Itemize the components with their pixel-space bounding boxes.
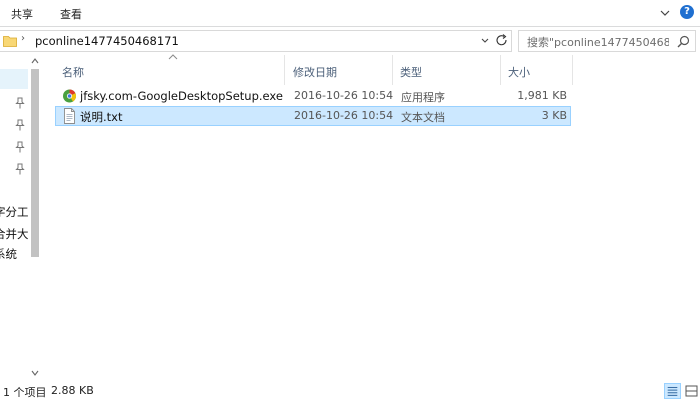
tab-view[interactable]: 查看: [60, 6, 82, 22]
pin-icon: [15, 163, 25, 175]
nav-scrollbar[interactable]: [28, 55, 42, 381]
file-size: 1,981 KB: [517, 89, 567, 102]
details-view-icon[interactable]: [664, 383, 681, 399]
folder-icon: [3, 36, 17, 47]
navigation-pane: 字分工 合并大 系统: [0, 55, 42, 381]
search-placeholder: 搜索"pconline14774504681...: [527, 36, 669, 49]
breadcrumb-current-folder[interactable]: pconline1477450468171: [35, 34, 179, 48]
nav-selected-item[interactable]: [0, 69, 30, 89]
nav-item-label[interactable]: 系统: [0, 246, 17, 262]
column-header-type[interactable]: 类型: [400, 55, 422, 83]
file-name: 说明.txt: [80, 110, 123, 124]
status-bar: 1 个项目 2.88 KB: [0, 381, 700, 401]
address-bar[interactable]: › pconline1477450468171: [0, 30, 512, 52]
column-divider[interactable]: [392, 55, 393, 85]
table-row[interactable]: jfsky.com-GoogleDesktopSetup.exe 2016-10…: [55, 86, 571, 106]
pin-icon: [15, 141, 25, 153]
search-input[interactable]: 搜索"pconline14774504681...: [518, 30, 696, 52]
search-icon[interactable]: [677, 35, 690, 48]
column-divider[interactable]: [572, 55, 573, 85]
nav-item-label[interactable]: 字分工: [0, 204, 29, 220]
file-date: 2016-10-26 10:54: [294, 109, 394, 122]
sort-ascending-icon: [168, 54, 178, 60]
scroll-up-icon[interactable]: [31, 57, 39, 65]
file-type: 文本文档: [401, 111, 445, 124]
column-divider[interactable]: [500, 55, 501, 85]
file-name: jfsky.com-GoogleDesktopSetup.exe: [80, 89, 283, 103]
help-button[interactable]: ?: [680, 5, 694, 19]
pin-icon: [15, 97, 25, 109]
breadcrumb-separator[interactable]: ›: [21, 33, 25, 44]
txt-file-icon: [64, 108, 75, 124]
column-header-date[interactable]: 修改日期: [293, 55, 337, 83]
file-list: 名称 修改日期 类型 大小 jfsky.com-GoogleDesktopSet…: [42, 54, 700, 381]
chevron-down-icon[interactable]: [658, 6, 672, 20]
table-row-selected[interactable]: 说明.txt 2016-10-26 10:54 文本文档 3 KB: [55, 106, 571, 126]
large-icons-view-icon[interactable]: [683, 383, 700, 399]
nav-item-label[interactable]: 合并大: [0, 226, 29, 242]
file-size: 3 KB: [541, 109, 567, 122]
column-header-name[interactable]: 名称: [62, 55, 84, 83]
refresh-icon[interactable]: [495, 32, 509, 50]
address-dropdown-icon[interactable]: [480, 34, 490, 48]
tab-share[interactable]: 共享: [11, 6, 33, 22]
file-type: 应用程序: [401, 91, 445, 104]
address-row: › pconline1477450468171 搜索"pconline14774…: [0, 27, 700, 55]
status-item-count: 1 个项目: [3, 386, 47, 399]
column-divider[interactable]: [284, 55, 285, 85]
exe-icon: [63, 89, 76, 103]
column-header-size[interactable]: 大小: [508, 55, 530, 83]
scroll-down-icon[interactable]: [31, 369, 39, 377]
ribbon-bar: 共享 查看 ?: [0, 0, 700, 27]
scrollbar-thumb[interactable]: [31, 69, 39, 257]
pin-icon: [15, 119, 25, 131]
status-size: 2.88 KB: [51, 384, 94, 397]
file-date: 2016-10-26 10:54: [294, 89, 394, 102]
